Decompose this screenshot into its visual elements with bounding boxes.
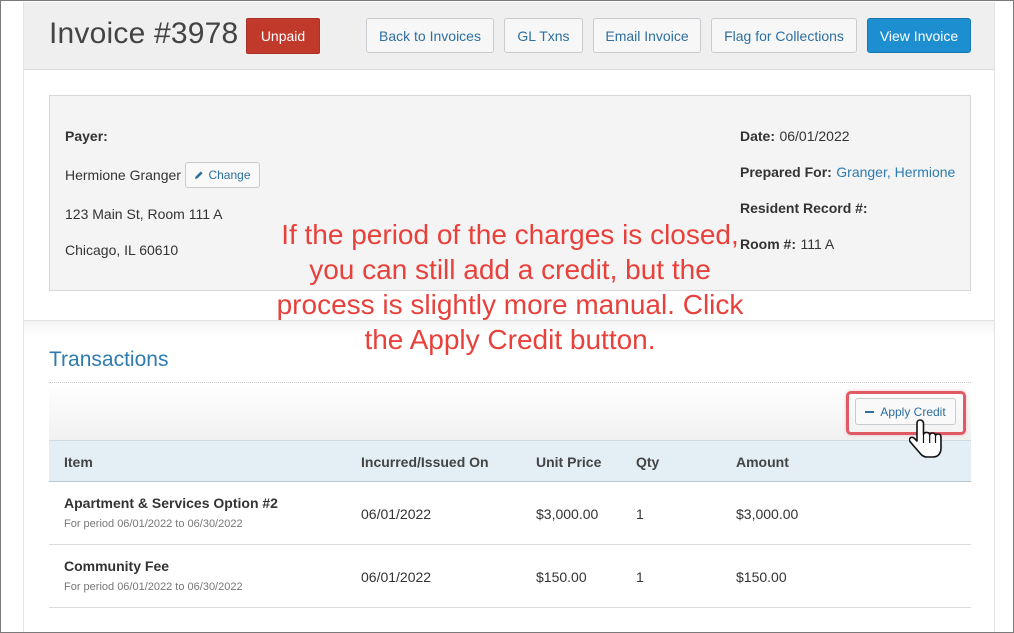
table-row: Community Fee For period 06/01/2022 to 0… xyxy=(49,545,971,608)
row-incurred-date: 06/01/2022 xyxy=(361,506,432,522)
column-header-incurred: Incurred/Issued On xyxy=(361,454,489,470)
prepared-for-label: Prepared For: xyxy=(740,164,832,180)
date-label: Date: xyxy=(740,128,776,144)
resident-record-label: Resident Record #: xyxy=(740,200,868,216)
row-item-name: Community Fee xyxy=(64,558,170,574)
screenshot-frame: Invoice #3978 Unpaid Back to Invoices GL… xyxy=(0,0,1014,633)
row-amount: $3,000.00 xyxy=(736,506,799,522)
payer-name: Hermione Granger xyxy=(65,167,181,183)
tutorial-annotation: If the period of the charges is closed, … xyxy=(276,219,744,355)
page-title: Invoice #3978 xyxy=(49,17,239,50)
transactions-title: Transactions xyxy=(49,348,169,371)
email-invoice-button[interactable]: Email Invoice xyxy=(593,18,701,53)
apply-credit-highlight xyxy=(846,391,966,435)
address-line-1: 123 Main St, Room 111 A xyxy=(65,206,223,222)
row-item-period: For period 06/01/2022 to 06/30/2022 xyxy=(64,518,243,530)
row-amount: $150.00 xyxy=(736,569,787,585)
transactions-toolbar xyxy=(49,383,971,440)
row-qty: 1 xyxy=(636,569,644,585)
back-to-invoices-button[interactable]: Back to Invoices xyxy=(366,18,494,53)
column-header-unit-price: Unit Price xyxy=(536,454,602,470)
flag-for-collections-button[interactable]: Flag for Collections xyxy=(711,18,857,53)
row-incurred-date: 06/01/2022 xyxy=(361,569,432,585)
change-button-label: Change xyxy=(208,168,251,182)
date-value: 06/01/2022 xyxy=(779,128,850,144)
room-number: Room #: 111 A xyxy=(740,236,834,254)
table-row: Apartment & Services Option #2 For perio… xyxy=(49,482,971,545)
status-badge: Unpaid xyxy=(246,18,320,54)
address-line-2: Chicago, IL 60610 xyxy=(65,242,179,258)
row-unit-price: $150.00 xyxy=(536,569,587,585)
row-unit-price: $3,000.00 xyxy=(536,506,599,522)
resident-record: Resident Record #: xyxy=(740,200,868,218)
column-header-item: Item xyxy=(64,454,93,470)
column-header-amount: Amount xyxy=(736,454,789,470)
prepared-for: Prepared For: Granger, Hermione xyxy=(740,164,955,182)
gl-txns-button[interactable]: GL Txns xyxy=(504,18,583,53)
prepared-for-link[interactable]: Granger, Hermione xyxy=(836,164,955,180)
transactions-table: Item Incurred/Issued On Unit Price Qty A… xyxy=(49,440,971,608)
invoice-date: Date: 06/01/2022 xyxy=(740,128,850,146)
row-item-name: Apartment & Services Option #2 xyxy=(64,495,278,511)
row-qty: 1 xyxy=(636,506,644,522)
table-header: Item Incurred/Issued On Unit Price Qty A… xyxy=(49,440,971,482)
payer-label: Payer: xyxy=(65,128,108,144)
room-value: 111 A xyxy=(800,236,835,252)
invoice-header: Invoice #3978 Unpaid Back to Invoices GL… xyxy=(23,2,995,70)
view-invoice-button[interactable]: View Invoice xyxy=(867,18,971,53)
column-header-qty: Qty xyxy=(636,454,660,470)
pencil-icon xyxy=(194,170,204,180)
change-payer-button[interactable]: Change xyxy=(185,162,260,188)
hand-pointer-cursor-icon xyxy=(908,417,945,461)
row-item-period: For period 06/01/2022 to 06/30/2022 xyxy=(64,581,243,593)
